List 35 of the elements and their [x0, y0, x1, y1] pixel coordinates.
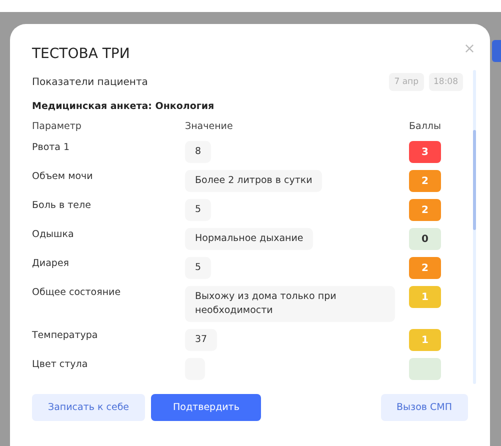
value-field: Выхожу из дома только при необходимости [185, 286, 395, 322]
parameter-label: Одышка [32, 228, 75, 242]
score-badge: 2 [409, 257, 441, 279]
close-icon[interactable] [465, 44, 474, 53]
score-badge: 1 [409, 286, 441, 308]
parameter-label: Общее состояние [32, 286, 122, 300]
value-field: 8 [185, 141, 212, 163]
confirm-button[interactable]: Подтвердить [151, 394, 262, 421]
time-chip: 18:08 [428, 73, 463, 91]
value-field: Нормальное дыхание [185, 228, 314, 250]
parameter-label: Рвота 1 [32, 141, 71, 155]
form-title: Медицинская анкета: Онкология [32, 101, 216, 112]
value-field: 37 [185, 329, 218, 351]
value-field: Более 2 литров в сутки [185, 170, 322, 192]
score-badge: 2 [409, 170, 441, 192]
score-badge: 2 [409, 199, 441, 221]
value-field: 5 [185, 257, 212, 279]
section-title: Показатели пациента [32, 76, 149, 88]
column-header: Значение [185, 121, 234, 134]
scrollbar[interactable] [473, 70, 476, 384]
dialog-title: ТЕСТОВА ТРИ [32, 46, 130, 62]
score-badge: 0 [409, 228, 441, 250]
date-chip: 7 апр [389, 73, 424, 91]
score-badge: 3 [409, 141, 441, 163]
column-header: Баллы [409, 121, 442, 134]
parameter-label: Цвет стула [32, 358, 89, 372]
parameter-label: Объем мочи [32, 170, 94, 184]
score-badge: 1 [409, 329, 441, 351]
parameter-label: Диарея [32, 257, 70, 271]
value-field: 5 [185, 199, 212, 221]
parameter-label: Температура [32, 329, 99, 343]
action-button[interactable]: Записать к себе [32, 394, 146, 421]
action-button[interactable]: Вызов СМП [380, 394, 468, 421]
column-header: Параметр [32, 121, 82, 134]
parameter-label: Боль в теле [32, 199, 92, 213]
